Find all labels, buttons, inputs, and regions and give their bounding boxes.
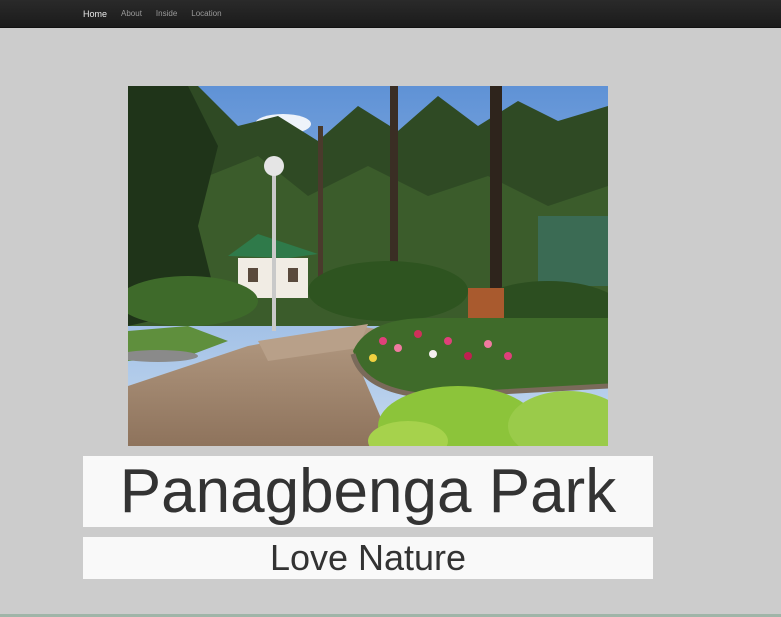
subtitle-box: Love Nature <box>83 537 653 579</box>
nav-menu: Home About Inside Location <box>76 0 229 27</box>
top-navbar: Home About Inside Location <box>0 0 781 28</box>
title-box: Panagbenga Park <box>83 456 653 527</box>
page-subtitle: Love Nature <box>269 537 467 578</box>
park-photo <box>128 86 608 446</box>
nav-link-home[interactable]: Home <box>76 9 114 19</box>
nav-link-location[interactable]: Location <box>184 9 228 18</box>
hero-image <box>128 86 608 446</box>
nav-link-inside[interactable]: Inside <box>149 9 184 18</box>
nav-link-about[interactable]: About <box>114 9 149 18</box>
page-title: Panagbenga Park <box>119 457 617 526</box>
